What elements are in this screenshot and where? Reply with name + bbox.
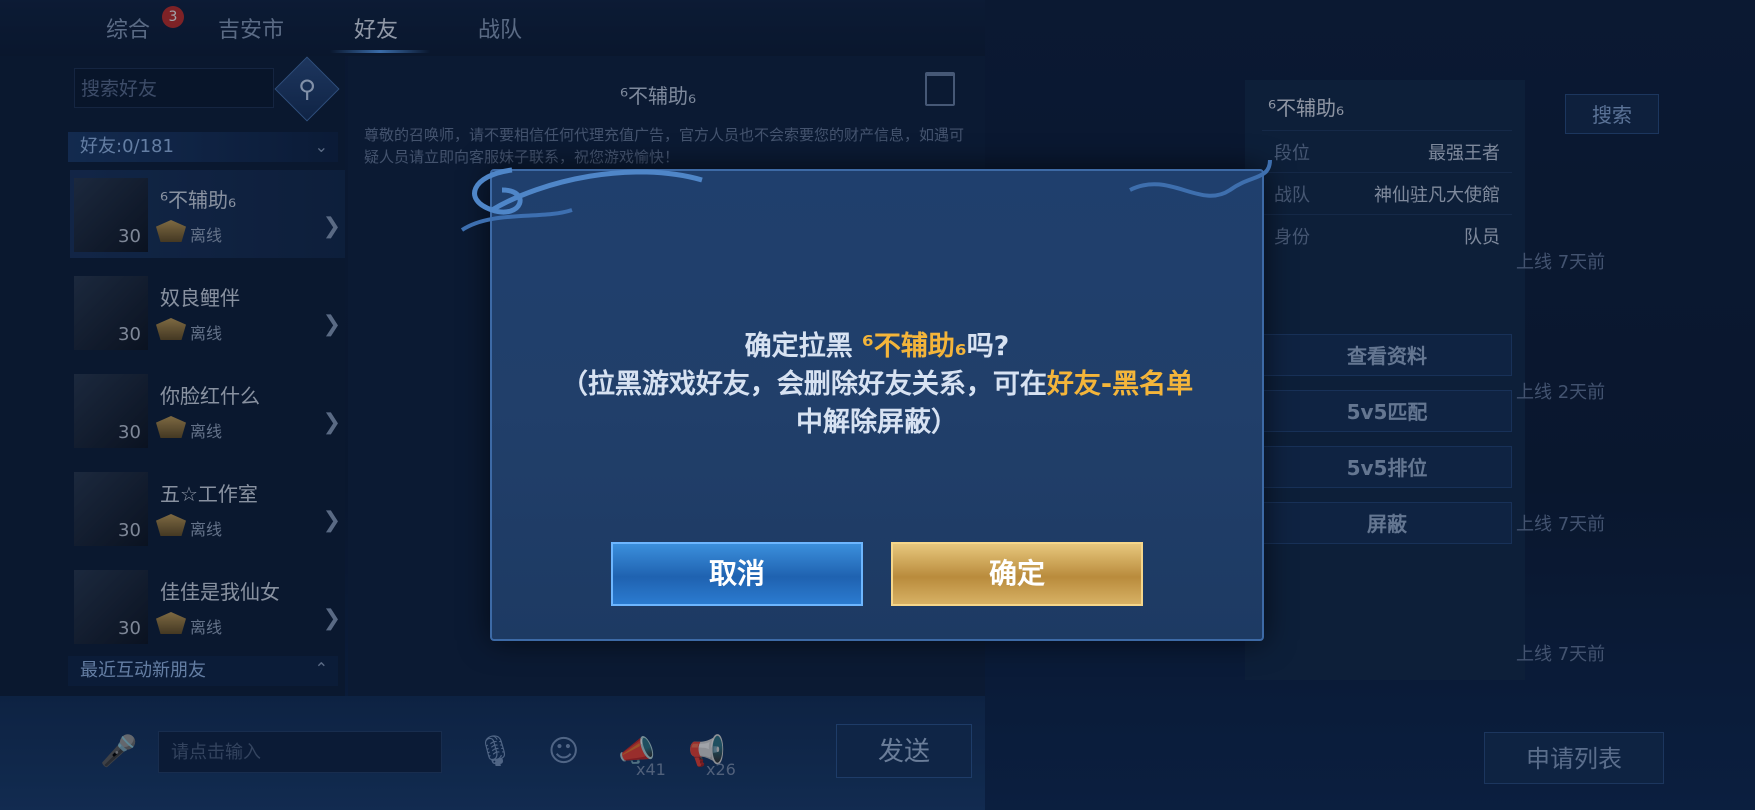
dialog-line-3: 中解除屏蔽） [796, 407, 958, 438]
dialog-cloud-ornament [460, 167, 703, 232]
cancel-button[interactable]: 取消 [611, 542, 863, 606]
dialog-line-2: （拉黑游戏好友，会删除好友关系，可在好友-黑名单 [492, 366, 1262, 404]
dialog-line-1: 确定拉黑 ⁶不辅助₆吗? [492, 328, 1262, 366]
dialog-message: 确定拉黑 ⁶不辅助₆吗? （拉黑游戏好友，会删除好友关系，可在好友-黑名单 中解… [492, 328, 1262, 442]
dialog-line-1-prefix: 确定拉黑 [744, 331, 863, 362]
dialog-target-name: ⁶不辅助₆ [862, 331, 967, 362]
dialog-cloud-ornament-right [1129, 159, 1272, 198]
confirm-button[interactable]: 确定 [891, 542, 1143, 606]
dialog-line-1-suffix: 吗? [966, 331, 1010, 362]
dialog-blacklist-highlight: 好友-黑名单 [1046, 369, 1194, 400]
dialog-line-2-prefix: （拉黑游戏好友，会删除好友关系，可在 [560, 369, 1047, 400]
